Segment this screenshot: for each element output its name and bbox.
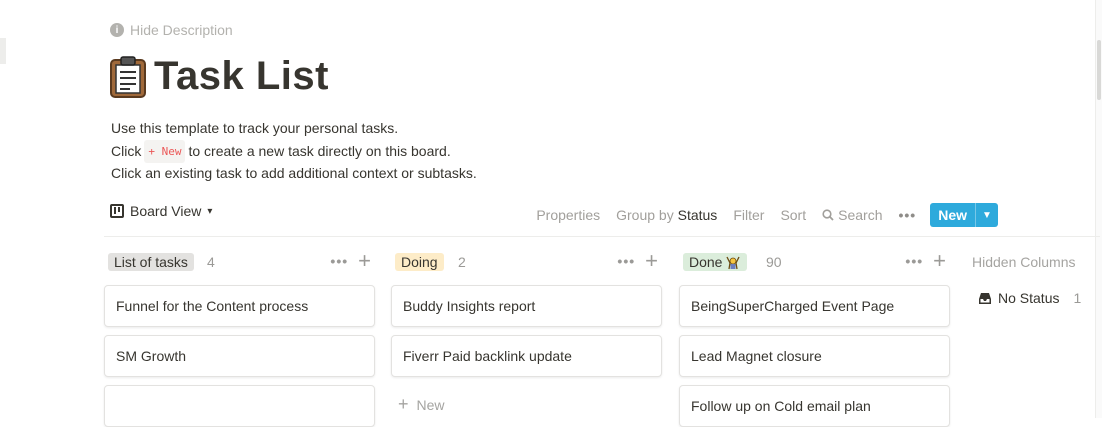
column-count: 2: [458, 254, 466, 270]
column-count: 90: [766, 254, 782, 270]
add-card-icon[interactable]: +: [645, 250, 658, 272]
hidden-column-label: No Status: [998, 290, 1060, 306]
inline-code: + New: [144, 139, 186, 163]
task-card-title: BeingSuperCharged Event Page: [691, 298, 895, 314]
task-card-title: Lead Magnet closure: [691, 348, 822, 364]
task-card[interactable]: Fiverr Paid backlink update: [391, 335, 662, 377]
page-title[interactable]: Task List: [154, 54, 329, 99]
search-icon: [822, 209, 834, 221]
page-description: Use this template to track your personal…: [111, 118, 477, 185]
board-view-icon: [110, 204, 124, 218]
view-switcher[interactable]: Board View ▾: [110, 203, 212, 219]
column-tag[interactable]: Doing: [395, 253, 444, 271]
group-by-button[interactable]: Group by Status: [616, 207, 717, 223]
description-text: to create a new task directly on this bo…: [188, 142, 451, 159]
description-line: Use this template to track your personal…: [111, 120, 399, 136]
scrollbar-thumb[interactable]: [1097, 40, 1101, 100]
cheering-person-icon: [726, 256, 741, 270]
hidden-column-no-status[interactable]: No Status 1: [978, 290, 1081, 306]
column-more-icon[interactable]: •••: [617, 253, 635, 269]
column-header: Done 90 ••• +: [679, 248, 952, 276]
column-more-icon[interactable]: •••: [330, 253, 348, 269]
clipboard-icon: [110, 55, 146, 98]
add-card-icon[interactable]: +: [358, 250, 371, 272]
add-card-icon[interactable]: +: [933, 250, 946, 272]
column-tag-label: Done: [689, 254, 723, 270]
description-line: Click an existing task to add additional…: [111, 165, 477, 181]
more-options-button[interactable]: •••: [898, 207, 916, 223]
task-card-title: Buddy Insights report: [403, 298, 536, 314]
hide-description-label: Hide Description: [130, 22, 233, 38]
chevron-down-icon[interactable]: ▼: [975, 203, 998, 227]
filter-button[interactable]: Filter: [733, 207, 764, 223]
column-header: Doing 2 ••• +: [391, 248, 664, 276]
left-sidebar-edge: [0, 0, 6, 418]
view-label: Board View: [130, 203, 202, 219]
board-column-done: Done 90 ••• + BeingSuperCharged Event Pa…: [679, 248, 952, 427]
board-column-doing: Doing 2 ••• + Buddy Insights report Five…: [391, 248, 664, 418]
group-by-value: Status: [677, 207, 718, 223]
new-card-label: New: [416, 396, 445, 413]
task-card[interactable]: BeingSuperCharged Event Page: [679, 285, 950, 327]
task-card-title: Fiverr Paid backlink update: [403, 348, 572, 364]
sort-button[interactable]: Sort: [780, 207, 806, 223]
task-card[interactable]: Buddy Insights report: [391, 285, 662, 327]
hidden-columns-label: Hidden Columns: [972, 254, 1076, 270]
new-button[interactable]: New ▼: [930, 203, 998, 227]
page-header: Task List: [108, 54, 329, 99]
hidden-column-count: 1: [1073, 290, 1082, 306]
column-count: 4: [207, 254, 215, 270]
description-text: Click: [111, 142, 142, 159]
column-more-icon[interactable]: •••: [905, 253, 923, 269]
database-toolbar: Board View ▾ Properties Group by Status …: [104, 200, 1018, 228]
chevron-down-icon: ▾: [207, 205, 213, 217]
task-card-title: SM Growth: [116, 348, 187, 364]
plus-icon: +: [398, 394, 409, 414]
properties-button[interactable]: Properties: [536, 207, 600, 223]
scrollbar[interactable]: [1095, 0, 1102, 418]
column-header: List of tasks 4 ••• +: [104, 248, 377, 276]
inbox-icon: [979, 292, 991, 304]
group-by-label: Group by: [616, 207, 674, 223]
sidebar-resize-handle[interactable]: [0, 38, 6, 64]
task-card[interactable]: Funnel for the Content process: [104, 285, 375, 327]
column-tag[interactable]: Done: [683, 253, 748, 271]
column-tag[interactable]: List of tasks: [108, 253, 194, 271]
hide-description-button[interactable]: i Hide Description: [110, 22, 233, 38]
divider: [104, 236, 1100, 237]
new-button-label[interactable]: New: [930, 203, 975, 227]
task-card[interactable]: [104, 385, 375, 427]
task-card[interactable]: Lead Magnet closure: [679, 335, 950, 377]
new-card-button[interactable]: + New: [398, 394, 445, 415]
search-button[interactable]: Search: [822, 207, 882, 223]
task-card[interactable]: SM Growth: [104, 335, 375, 377]
search-label: Search: [838, 207, 883, 223]
info-icon: i: [110, 23, 124, 37]
task-card[interactable]: Follow up on Cold email plan: [679, 385, 950, 427]
task-card-title: Follow up on Cold email plan: [691, 398, 871, 414]
description-line: Click + New to create a new task directly …: [111, 139, 477, 163]
task-card-title: Funnel for the Content process: [116, 298, 309, 314]
board-column-list-of-tasks: List of tasks 4 ••• + Funnel for the Con…: [104, 248, 377, 427]
